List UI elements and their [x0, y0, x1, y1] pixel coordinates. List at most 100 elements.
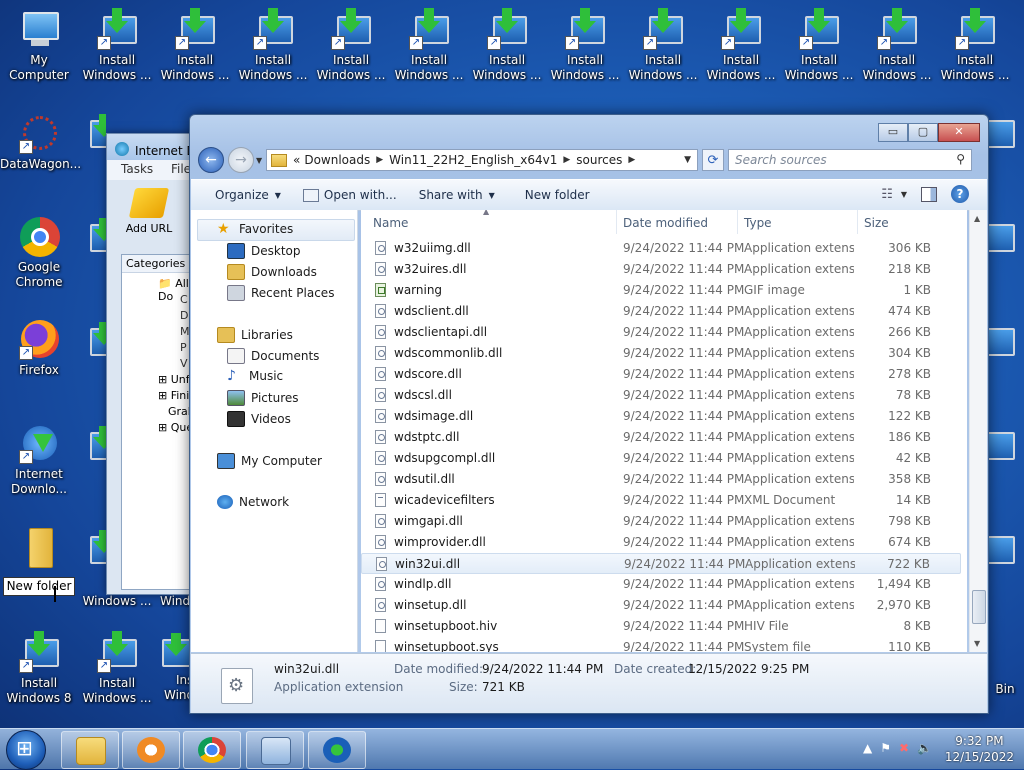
nav-documents[interactable]: Documents: [227, 348, 319, 364]
share-with-button[interactable]: Share with ▼: [419, 188, 495, 202]
desktop-icon-install-windows[interactable]: ↗ Install Windows ...: [702, 8, 780, 83]
desktop-icon-new-folder[interactable]: New folder: [0, 528, 78, 596]
desktop-icon-datawagon[interactable]: ↗ DataWagon...: [0, 114, 81, 172]
nav-music[interactable]: ♪ Music: [227, 369, 283, 383]
desktop-icon-install-windows-partial[interactable]: [84, 114, 106, 154]
scrollbar-thumb[interactable]: [972, 590, 986, 624]
new-folder-button[interactable]: New folder: [525, 188, 590, 202]
nav-libraries[interactable]: Libraries: [217, 327, 293, 343]
action-center-icon[interactable]: ⚑: [880, 741, 899, 755]
table-row[interactable]: warning 9/24/2022 11:44 PM GIF image 1 KB: [361, 280, 961, 301]
desktop-icon-install-windows[interactable]: ↗ Install Windows ...: [156, 8, 234, 83]
desktop-icon-install-windows-8[interactable]: ↗ Install Windows 8: [0, 631, 78, 706]
close-button[interactable]: ✕: [938, 123, 980, 142]
desktop-icon-install-windows-bottom-partial[interactable]: Install Wind: [156, 633, 190, 703]
nav-network[interactable]: Network: [217, 495, 289, 509]
desktop-icon-install-windows-bottom[interactable]: ↗ Install Windows ...: [78, 631, 156, 706]
desktop-icon-install-windows[interactable]: ↗ Install Windows ...: [390, 8, 468, 83]
address-overflow-chevron[interactable]: «: [293, 153, 300, 167]
taskbar-explorer[interactable]: [61, 731, 119, 769]
taskbar-media-player[interactable]: [122, 731, 180, 769]
vertical-scrollbar[interactable]: ▲ ▼: [969, 210, 987, 652]
idm-add-url-button[interactable]: Add URL: [121, 188, 177, 235]
breadcrumb-separator-icon[interactable]: ▶: [376, 155, 383, 165]
preview-pane-icon[interactable]: [921, 186, 937, 202]
nav-recent-places[interactable]: Recent Places: [227, 285, 334, 301]
breadcrumb-sources[interactable]: sources: [576, 153, 622, 167]
network-status-icon[interactable]: ✖: [899, 741, 917, 755]
help-icon[interactable]: ?: [951, 185, 969, 203]
nav-favorites[interactable]: ★ Favorites: [217, 222, 293, 236]
show-hidden-icons-icon[interactable]: ▲: [863, 741, 880, 755]
table-row[interactable]: w32uires.dll 9/24/2022 11:44 PM Applicatio…: [361, 259, 961, 280]
table-row[interactable]: winsetup.dll 9/24/2022 11:44 PM Applicatio…: [361, 595, 961, 616]
volume-icon[interactable]: 🔈: [917, 741, 940, 755]
back-button[interactable]: ←: [198, 147, 224, 173]
breadcrumb-downloads[interactable]: Downloads: [304, 153, 370, 167]
desktop-icon-internet-download-manager[interactable]: ↗ Internet Downlo...: [0, 424, 78, 497]
desktop-icon-recycle-bin-label[interactable]: Bin: [986, 682, 1024, 697]
refresh-button[interactable]: ⟳: [702, 149, 724, 171]
taskbar-control-panel[interactable]: [246, 731, 304, 769]
table-row[interactable]: wimgapi.dll 9/24/2022 11:44 PM Application…: [361, 511, 961, 532]
desktop-icon-install-windows[interactable]: ↗ Install Windows ...: [936, 8, 1014, 83]
tree-item[interactable]: V: [180, 357, 188, 370]
table-row[interactable]: wdstptc.dll 9/24/2022 11:44 PM Application…: [361, 427, 961, 448]
search-input[interactable]: Search sources ⚲: [728, 149, 972, 171]
nav-videos[interactable]: Videos: [227, 411, 291, 427]
desktop-icon-install-windows[interactable]: ↗ Install Windows ...: [546, 8, 624, 83]
address-dropdown-icon[interactable]: ▼: [684, 155, 691, 165]
explorer-window[interactable]: ▭ ▢ ✕ ← → ▼ « Downloads ▶ Win11_22H2_Eng…: [189, 114, 989, 714]
maximize-button[interactable]: ▢: [908, 123, 938, 142]
organize-button[interactable]: Organize ▼: [215, 188, 281, 202]
desktop-icon-install-windows-partial[interactable]: [987, 218, 1024, 288]
desktop-icon-install-windows-partial[interactable]: [84, 322, 106, 362]
tree-item[interactable]: P: [180, 341, 187, 354]
desktop-icon-install-windows-partial[interactable]: [84, 426, 106, 466]
column-header-type[interactable]: Type: [744, 216, 772, 230]
desktop-icon-my-computer[interactable]: My Computer: [0, 10, 78, 83]
table-row[interactable]: wdsclient.dll 9/24/2022 11:44 PM Applicati…: [361, 301, 961, 322]
desktop-icon-rename-box[interactable]: New folder: [2, 577, 76, 596]
desktop-icon-install-windows[interactable]: ↗ Install Windows ...: [780, 8, 858, 83]
desktop-icon-install-windows[interactable]: ↗ Install Windows ...: [624, 8, 702, 83]
desktop-icon-install-windows[interactable]: ↗ Install Windows ...: [78, 8, 156, 83]
view-options-dropdown-icon[interactable]: ▼: [901, 190, 907, 199]
forward-button[interactable]: →: [228, 147, 254, 173]
desktop-icon-install-windows[interactable]: ↗ Install Windows ...: [468, 8, 546, 83]
taskbar-chrome[interactable]: [183, 731, 241, 769]
breadcrumb-separator-icon[interactable]: ▶: [628, 155, 635, 165]
desktop-icon-install-windows-partial[interactable]: [987, 426, 1024, 496]
taskbar-idm[interactable]: [308, 731, 366, 769]
desktop-icon-install-windows[interactable]: ↗ Install Windows ...: [234, 8, 312, 83]
clock[interactable]: 9:32 PM 12/15/2022: [945, 733, 1014, 765]
desktop-icon-install-windows-partial[interactable]: [987, 530, 1024, 600]
recent-pages-dropdown[interactable]: ▼: [256, 156, 266, 165]
scroll-up-icon[interactable]: ▲: [974, 214, 980, 223]
tree-item[interactable]: C: [180, 293, 188, 306]
table-row[interactable]: wdscsl.dll 9/24/2022 11:44 PM Application …: [361, 385, 961, 406]
table-row[interactable]: windlp.dll 9/24/2022 11:44 PM Application …: [361, 574, 961, 595]
table-row[interactable]: wdscore.dll 9/24/2022 11:44 PM Application…: [361, 364, 961, 385]
table-row[interactable]: wdscommonlib.dll 9/24/2022 11:44 PM Applic…: [361, 343, 961, 364]
desktop-icon-install-windows-partial[interactable]: [84, 530, 106, 570]
idm-menu-tasks[interactable]: Tasks: [121, 162, 153, 176]
column-header-date[interactable]: Date modified: [623, 216, 708, 230]
desktop-icon-install-windows-partial[interactable]: [987, 322, 1024, 392]
change-view-icon[interactable]: ☷: [881, 187, 893, 202]
desktop-icon-install-windows[interactable]: ↗ Install Windows ...: [312, 8, 390, 83]
table-row[interactable]: wdsupgcompl.dll 9/24/2022 11:44 PM Applica…: [361, 448, 961, 469]
table-row[interactable]: wdsimage.dll 9/24/2022 11:44 PM Applicatio…: [361, 406, 961, 427]
minimize-button[interactable]: ▭: [878, 123, 908, 142]
column-header-size[interactable]: Size: [864, 216, 889, 230]
table-row[interactable]: wdsclientapi.dll 9/24/2022 11:44 PM Applic…: [361, 322, 961, 343]
nav-downloads[interactable]: Downloads: [227, 264, 317, 280]
table-row[interactable]: wicadevicefilters 9/24/2022 11:44 PM XML D…: [361, 490, 961, 511]
desktop-icon-firefox[interactable]: ↗ Firefox: [0, 320, 78, 378]
desktop-icon-install-windows[interactable]: ↗ Install Windows ...: [858, 8, 936, 83]
breadcrumb-win11-folder[interactable]: Win11_22H2_English_x64v1: [389, 153, 557, 167]
table-row[interactable]: wimprovider.dll 9/24/2022 11:44 PM Applica…: [361, 532, 961, 553]
breadcrumb-separator-icon[interactable]: ▶: [563, 155, 570, 165]
scroll-down-icon[interactable]: ▼: [974, 639, 980, 648]
table-row[interactable]: wdsutil.dll 9/24/2022 11:44 PM Application…: [361, 469, 961, 490]
